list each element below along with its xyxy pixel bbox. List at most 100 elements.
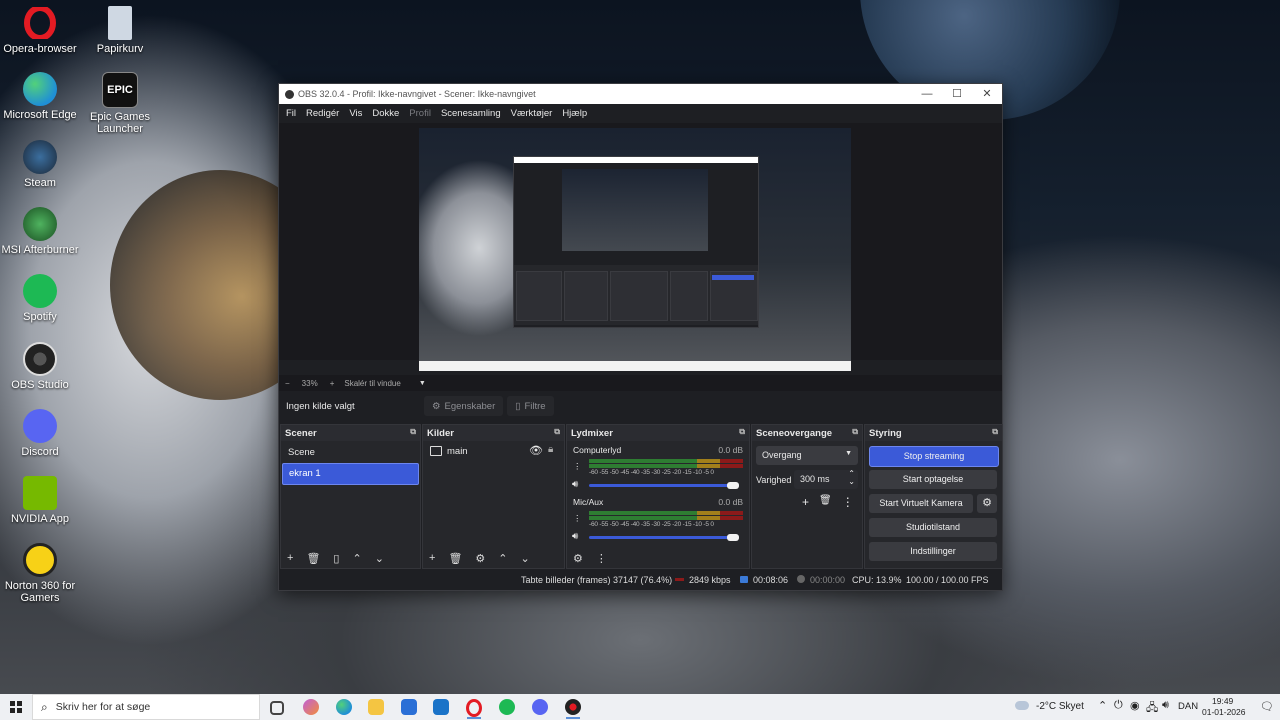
transitions-title: Sceneovergange [756, 427, 833, 439]
spinner-down-icon[interactable]: ⌄ [848, 477, 855, 486]
minimize-button[interactable]: — [912, 84, 942, 104]
tray-icon[interactable]: ⏻ [1114, 699, 1123, 712]
speaker-icon[interactable]: 🔊︎ [572, 531, 578, 542]
transition-actions: + 🗑︎ ⋮ [802, 495, 854, 509]
clock-time[interactable]: 19:49 [1212, 696, 1233, 706]
menu-view[interactable]: Vis [344, 108, 367, 119]
file-explorer-icon[interactable] [368, 699, 384, 715]
speaker-icon[interactable]: 🔊︎ [572, 479, 578, 490]
track-menu-icon[interactable]: ⋮ [573, 513, 582, 524]
duration-input[interactable]: 300 ms ⌃ ⌄ [794, 469, 858, 489]
desktop-icon-norton[interactable]: Norton 360 for Gamers [0, 543, 80, 604]
scene-item[interactable]: Scene [282, 443, 419, 463]
copilot-icon[interactable] [303, 699, 319, 715]
volume-slider[interactable] [589, 484, 739, 487]
menu-docks[interactable]: Dokke [367, 108, 404, 119]
desktop-icon-obs[interactable]: OBS Studio [0, 342, 80, 391]
stop-streaming-button[interactable]: Stop streaming [869, 446, 999, 467]
volume-slider-knob[interactable] [727, 482, 739, 489]
spotify-icon[interactable] [499, 699, 515, 715]
desktop-icon-recycle-bin[interactable]: Papirkurv [80, 6, 160, 55]
add-icon[interactable]: + [287, 552, 293, 564]
source-item[interactable]: main 👁︎ 🔒︎ [423, 443, 564, 463]
add-icon[interactable]: + [429, 552, 435, 564]
undock-icon[interactable]: ⧉ [852, 427, 858, 437]
microsoft-store-icon[interactable] [401, 699, 417, 715]
desktop-icon-discord[interactable]: Discord [0, 409, 80, 458]
trash-icon[interactable]: 🗑︎ [448, 552, 462, 565]
desktop-icon-epic-games[interactable]: EPIC Epic Games Launcher [80, 72, 160, 135]
discord-icon[interactable] [532, 699, 548, 715]
weather-text[interactable]: -2°C Skyet [1036, 701, 1084, 712]
track-name: Computerlyd [573, 445, 622, 455]
opera-icon[interactable] [466, 699, 482, 717]
arrow-up-icon[interactable]: ⌃ [352, 552, 361, 565]
desktop-icon-edge[interactable]: Microsoft Edge [0, 72, 80, 121]
program-preview[interactable] [419, 128, 851, 371]
volume-slider-knob[interactable] [727, 534, 739, 541]
menu-scene-collection[interactable]: Scenesamling [436, 108, 506, 119]
window-titlebar[interactable]: OBS 32.0.4 - Profil: Ikke-navngivet - Sc… [279, 84, 1002, 104]
volume-slider[interactable] [589, 536, 739, 539]
undock-icon[interactable]: ⧉ [410, 427, 416, 437]
add-icon[interactable]: + [802, 495, 809, 509]
zoom-in-button[interactable]: + [330, 379, 335, 388]
lock-icon[interactable]: 🔒︎ [548, 444, 553, 455]
undock-icon[interactable]: ⧉ [554, 427, 560, 437]
menu-file[interactable]: Fil [281, 108, 301, 119]
menu-tools[interactable]: Værktøjer [506, 108, 558, 119]
properties-button[interactable]: ⚙ Egenskaber [424, 396, 504, 416]
menu-help[interactable]: Hjælp [557, 108, 592, 119]
volume-icon[interactable]: 🔊︎ [1162, 699, 1169, 712]
menu-edit[interactable]: Redigér [301, 108, 344, 119]
zoom-out-button[interactable]: − [285, 379, 290, 388]
close-button[interactable]: ✕ [972, 84, 1002, 104]
desktop-icon-opera[interactable]: Opera-browser [0, 6, 80, 55]
mixer-menu-icon[interactable]: ⋮ [596, 552, 607, 565]
captured-taskbar [419, 361, 851, 371]
obs-icon[interactable] [565, 699, 581, 715]
scene-item-selected[interactable]: ekran 1 [282, 463, 419, 485]
desktop-icon-steam[interactable]: Steam [0, 140, 80, 189]
arrow-up-icon[interactable]: ⌃ [498, 552, 507, 565]
undock-icon[interactable]: ⧉ [992, 427, 998, 437]
nvidia-tray-icon[interactable]: ◉ [1130, 699, 1140, 712]
settings-button[interactable]: Indstillinger [869, 542, 997, 561]
menu-profile[interactable]: Profil [404, 108, 436, 119]
arrow-down-icon[interactable]: ⌄ [521, 552, 530, 565]
preview-area[interactable] [279, 123, 1002, 371]
outlook-icon[interactable] [433, 699, 449, 715]
track-menu-icon[interactable]: ⋮ [573, 461, 582, 472]
maximize-button[interactable]: ☐ [942, 84, 972, 104]
transition-select[interactable]: Overgang ▼ [756, 446, 858, 465]
virtual-camera-settings-gear-icon[interactable]: ⚙ [977, 494, 997, 513]
zoom-mode-label[interactable]: Skalér til vindue [344, 379, 400, 388]
zoom-mode-chevron-icon[interactable]: ▼ [419, 380, 426, 387]
network-icon[interactable]: 🖧︎ [1146, 699, 1158, 718]
task-view-icon[interactable] [270, 701, 284, 715]
filters-button[interactable]: ▯ Filtre [507, 396, 554, 416]
virtual-camera-button[interactable]: Start Virtuelt Kamera [869, 494, 973, 513]
trash-icon[interactable]: 🗑︎ [819, 495, 832, 509]
notifications-icon[interactable]: 🗨︎ [1260, 700, 1274, 713]
desktop-icon-label: Discord [21, 446, 59, 458]
gear-icon[interactable]: ⚙ [475, 552, 485, 565]
undock-icon[interactable]: ⧉ [739, 427, 745, 437]
chevron-up-icon[interactable]: ⌃ [1098, 699, 1107, 712]
edge-icon[interactable] [336, 699, 352, 715]
advanced-audio-icon[interactable]: ⚙ [573, 552, 583, 565]
menu-icon[interactable]: ⋮ [842, 495, 854, 509]
taskbar-search[interactable]: ⌕ Skriv her for at søge [32, 694, 260, 720]
desktop-icon-spotify[interactable]: Spotify [0, 274, 80, 323]
windows-start-icon[interactable] [10, 701, 22, 713]
clock-date[interactable]: 01-01-2026 [1202, 707, 1245, 717]
studio-mode-button[interactable]: Studiotilstand [869, 518, 997, 537]
start-recording-button[interactable]: Start optagelse [869, 470, 997, 489]
keyboard-language[interactable]: DAN [1178, 701, 1198, 712]
trash-icon[interactable]: 🗑︎ [306, 552, 320, 565]
scene-filter-icon[interactable]: ▯ [333, 552, 339, 565]
eye-icon[interactable]: 👁︎ [529, 444, 543, 457]
desktop-icon-nvidia[interactable]: NVIDIA App [0, 476, 80, 525]
desktop-icon-msi-afterburner[interactable]: MSI Afterburner [0, 207, 80, 256]
arrow-down-icon[interactable]: ⌄ [375, 552, 384, 565]
